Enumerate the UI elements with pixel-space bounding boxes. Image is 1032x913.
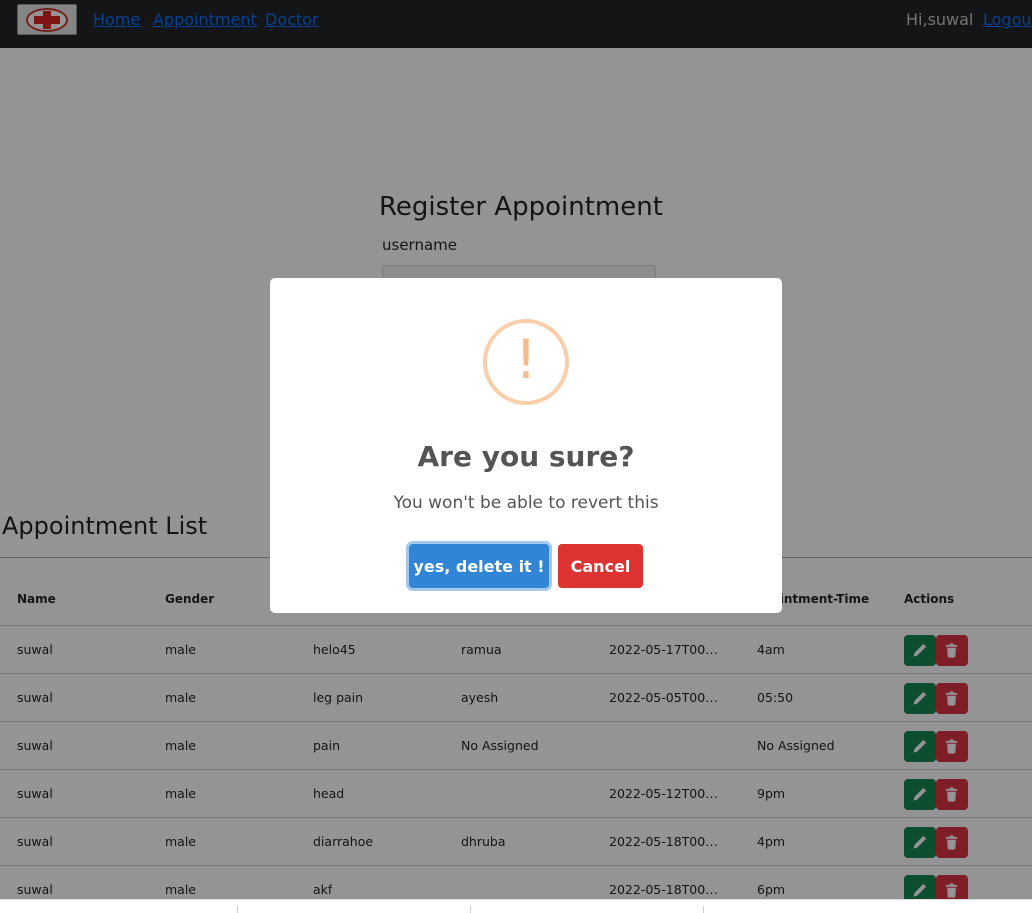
dialog-title: Are you sure? bbox=[417, 440, 635, 473]
exclamation-glyph: ! bbox=[515, 328, 537, 391]
divider bbox=[237, 906, 238, 913]
confirm-delete-button[interactable]: yes, delete it ! bbox=[409, 544, 549, 588]
warning-icon: ! bbox=[483, 319, 569, 405]
divider bbox=[703, 906, 704, 913]
divider bbox=[470, 906, 471, 913]
bottom-scroll-area bbox=[0, 899, 1032, 913]
confirm-dialog: ! Are you sure? You won't be able to rev… bbox=[270, 278, 782, 613]
dialog-message: You won't be able to revert this bbox=[393, 493, 659, 513]
cancel-button[interactable]: Cancel bbox=[558, 544, 643, 588]
